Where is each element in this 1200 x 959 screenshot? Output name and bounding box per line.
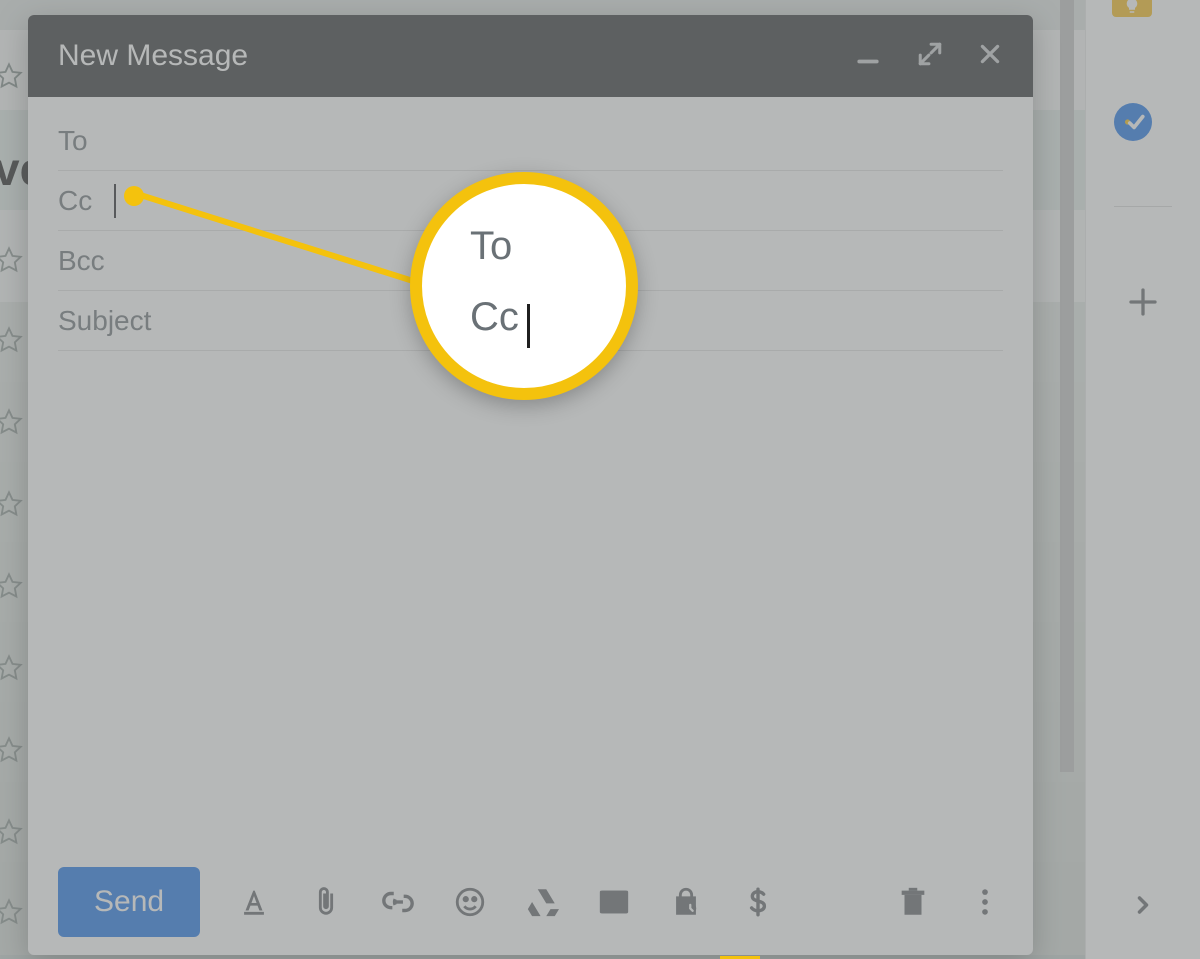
insert-drive-icon[interactable] [524, 884, 560, 920]
add-addon-button[interactable] [1086, 284, 1200, 320]
side-panel [1085, 0, 1200, 959]
insert-photo-icon[interactable] [596, 884, 632, 920]
send-button[interactable]: Send [58, 867, 200, 937]
star-icon[interactable] [0, 62, 24, 90]
star-icon[interactable] [0, 326, 24, 354]
subject-label: Subject [58, 305, 151, 337]
callout-anchor-dot [124, 186, 144, 206]
insert-emoji-icon[interactable] [452, 884, 488, 920]
attach-file-icon[interactable] [308, 884, 344, 920]
confidential-mode-icon[interactable] [668, 884, 704, 920]
star-icon[interactable] [0, 898, 24, 926]
tasks-icon[interactable] [1114, 103, 1152, 141]
bcc-label: Bcc [58, 245, 105, 277]
compose-body[interactable] [28, 351, 1033, 849]
compose-window: New Message To Cc Bc [28, 15, 1033, 955]
star-icon[interactable] [0, 246, 24, 274]
more-options-icon[interactable] [967, 884, 1003, 920]
cc-label: Cc [58, 185, 92, 217]
text-caret [114, 184, 116, 218]
star-icon[interactable] [0, 736, 24, 764]
compose-header: New Message [28, 15, 1033, 97]
collapse-panel-button[interactable] [1086, 891, 1200, 919]
star-icon[interactable] [0, 408, 24, 436]
keep-icon[interactable] [1112, 0, 1152, 17]
insert-link-icon[interactable] [380, 884, 416, 920]
star-icon[interactable] [0, 654, 24, 682]
compose-toolbar: Send [28, 849, 1033, 955]
insert-money-icon[interactable] [740, 884, 776, 920]
callout-cc-label: Cc [470, 295, 519, 339]
callout-to-label: To [470, 224, 512, 268]
scrollbar[interactable] [1060, 0, 1074, 772]
close-button[interactable] [977, 41, 1003, 72]
to-field[interactable]: To [58, 111, 1003, 171]
format-text-icon[interactable] [236, 884, 272, 920]
star-icon[interactable] [0, 818, 24, 846]
compose-title: New Message [58, 39, 248, 73]
star-icon[interactable] [0, 490, 24, 518]
zoom-callout: To Cc [410, 172, 638, 400]
to-label: To [58, 125, 88, 157]
star-icon[interactable] [0, 572, 24, 600]
divider [1114, 206, 1172, 207]
discard-draft-icon[interactable] [895, 884, 931, 920]
minimize-button[interactable] [853, 39, 883, 74]
text-caret [527, 304, 530, 348]
fullscreen-button[interactable] [917, 41, 943, 72]
